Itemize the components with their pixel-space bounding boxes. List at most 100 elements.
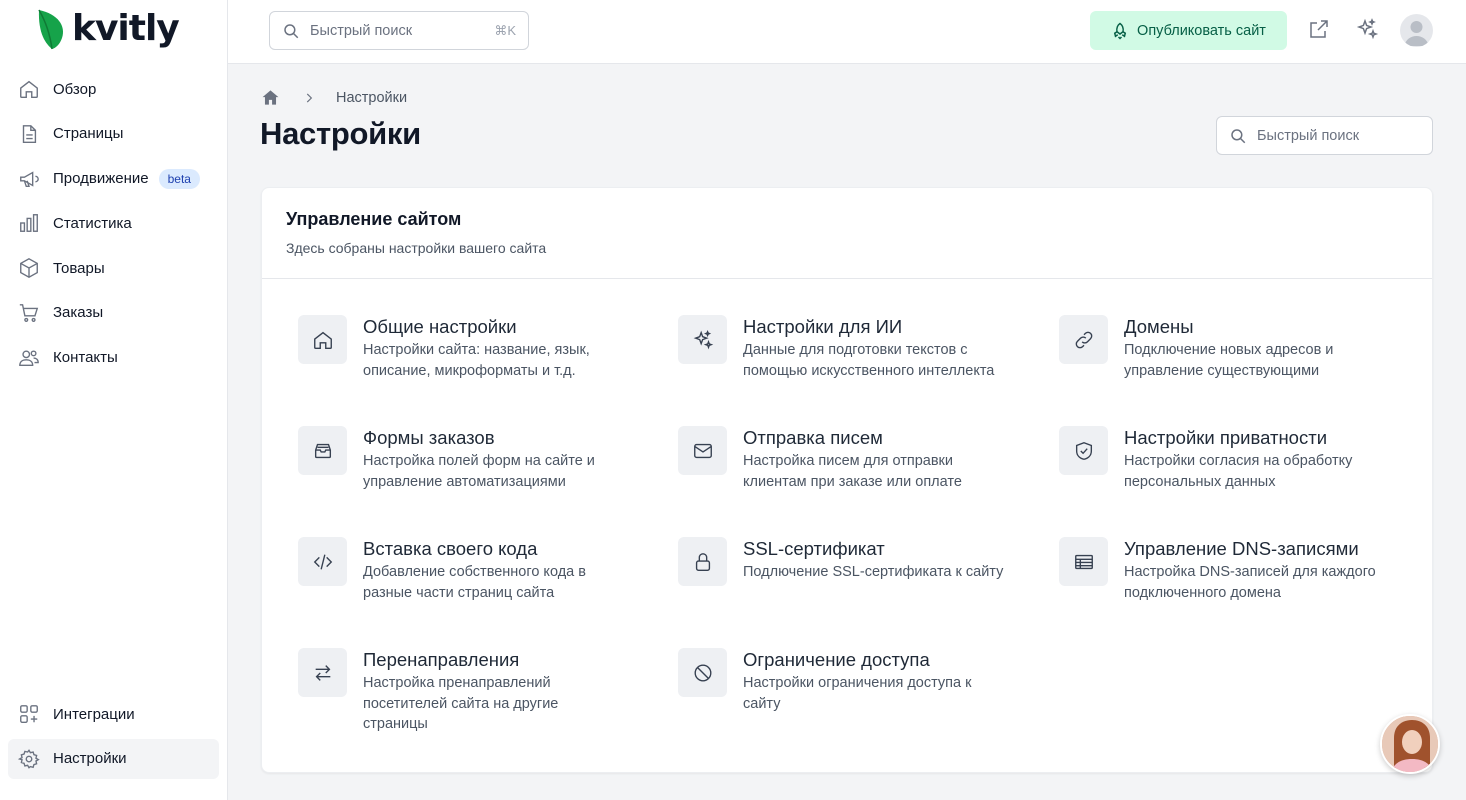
tile-email-sending[interactable]: Отправка писем Настройка писем для отпра…: [678, 426, 1038, 492]
tile-description: Настройки сайта: название, язык, описани…: [363, 342, 590, 379]
sidebar-item-statistics[interactable]: Статистика: [8, 203, 219, 243]
users-icon: [17, 346, 41, 370]
inbox-stack-icon: [298, 426, 347, 475]
tile-description: Настройка писем для отправки клиентам пр…: [743, 453, 962, 490]
rocket-icon: [1113, 22, 1127, 40]
settings-search-input[interactable]: Быстрый поиск: [1216, 116, 1433, 155]
tile-title: Настройки приватности: [1124, 427, 1328, 448]
sidebar-item-label: Интеграции: [53, 705, 135, 723]
tile-title: Домены: [1124, 316, 1194, 337]
tile-description: Настройка полей форм на сайте и управлен…: [363, 453, 595, 490]
tile-description: Настройки согласия на обработку персонал…: [1124, 453, 1353, 490]
tile-dns-records[interactable]: Управление DNS-записями Настройка DNS-за…: [1059, 537, 1419, 603]
sidebar-bottom-nav: Интеграции Настройки: [8, 694, 219, 784]
tile-title: Настройки для ИИ: [743, 316, 903, 337]
sidebar-item-label: Страницы: [53, 125, 124, 143]
link-icon: [1059, 315, 1108, 364]
tile-access-restriction[interactable]: Ограничение доступа Настройки ограничени…: [678, 648, 1038, 714]
open-external-button[interactable]: [1307, 17, 1333, 43]
tile-title: Ограничение доступа: [743, 649, 930, 670]
tile-privacy-settings[interactable]: Настройки приватности Настройки согласия…: [1059, 426, 1419, 492]
tile-description: Настройка DNS-записей для каждого подклю…: [1124, 564, 1376, 601]
sidebar-item-label: Настройки: [53, 750, 127, 768]
tile-description: Данные для подготовки текстов с помощью …: [743, 342, 995, 379]
home-icon[interactable]: [261, 88, 280, 107]
topbar: Быстрый поиск ⌘K Опубликовать сайт: [228, 0, 1466, 64]
publish-label: Опубликовать сайт: [1137, 22, 1266, 39]
envelope-icon: [678, 426, 727, 475]
user-avatar[interactable]: [1400, 14, 1433, 47]
tile-redirects[interactable]: Перенаправления Настройка пренаправлений…: [298, 648, 658, 735]
sidebar-item-promotion[interactable]: Продвижение beta: [8, 159, 219, 199]
chart-bars-icon: [17, 211, 41, 235]
sidebar: kvitly Обзор Страницы Продвижение beta С…: [0, 0, 228, 800]
search-icon: [1231, 128, 1246, 143]
user-icon: [1404, 21, 1429, 46]
lock-icon: [678, 537, 727, 586]
table-icon: [1059, 537, 1108, 586]
sidebar-item-label: Товары: [53, 259, 105, 277]
tile-order-forms[interactable]: Формы заказов Настройка полей форм на са…: [298, 426, 658, 492]
quick-search-input[interactable]: Быстрый поиск ⌘K: [269, 11, 529, 50]
tile-description: Настройки ограничения доступа к сайту: [743, 675, 972, 712]
breadcrumb-current: Настройки: [336, 89, 408, 106]
search-placeholder: Быстрый поиск: [310, 22, 413, 39]
card-header: Управление сайтом Здесь собраны настройк…: [262, 188, 1432, 279]
breadcrumb: Настройки: [261, 88, 407, 107]
search-icon: [284, 23, 299, 38]
external-link-icon: [1310, 20, 1328, 38]
tile-title: Управление DNS-записями: [1124, 538, 1359, 559]
tile-domains[interactable]: Домены Подключение новых адресов и управ…: [1059, 315, 1419, 381]
tile-description: Добавление собственного кода в разные ча…: [363, 564, 586, 601]
cart-icon: [17, 301, 41, 325]
tile-title: Перенаправления: [363, 649, 520, 670]
home-icon: [17, 77, 41, 101]
support-chat-avatar[interactable]: [1380, 714, 1440, 774]
tile-description: Подлючение SSL-сертификата к сайту: [743, 564, 1004, 580]
tile-title: Общие настройки: [363, 316, 517, 337]
card-subtitle: Здесь собраны настройки вашего сайта: [286, 240, 547, 256]
tile-title: SSL-сертификат: [743, 538, 885, 559]
cube-icon: [17, 256, 41, 280]
page-title: Настройки: [260, 116, 421, 151]
document-icon: [17, 122, 41, 146]
publish-site-button[interactable]: Опубликовать сайт: [1090, 11, 1287, 50]
brand-logo[interactable]: kvitly: [36, 8, 180, 50]
home-icon: [298, 315, 347, 364]
search-placeholder: Быстрый поиск: [1257, 127, 1360, 144]
tile-title: Вставка своего кода: [363, 538, 538, 559]
sparkles-icon: [678, 315, 727, 364]
sidebar-nav: Обзор Страницы Продвижение beta Статисти…: [8, 69, 219, 383]
tile-description: Подключение новых адресов и управление с…: [1124, 342, 1334, 379]
gear-icon: [17, 747, 41, 771]
sidebar-item-orders[interactable]: Заказы: [8, 293, 219, 333]
sidebar-item-settings[interactable]: Настройки: [8, 738, 219, 779]
sidebar-item-contacts[interactable]: Контакты: [8, 338, 219, 378]
squares-plus-icon: [17, 702, 41, 726]
sidebar-item-pages[interactable]: Страницы: [8, 114, 219, 154]
arrows-swap-icon: [298, 648, 347, 697]
no-symbol-icon: [678, 648, 727, 697]
brand-name: kvitly: [72, 8, 180, 49]
sidebar-item-label: Заказы: [53, 304, 104, 322]
megaphone-icon: [17, 167, 41, 191]
tile-description: Настройка пренаправлений посетителей сай…: [363, 675, 559, 732]
tile-custom-code[interactable]: Вставка своего кода Добавление собственн…: [298, 537, 658, 603]
sidebar-item-products[interactable]: Товары: [8, 248, 219, 288]
ai-assistant-button[interactable]: [1355, 17, 1381, 43]
tile-title: Отправка писем: [743, 427, 883, 448]
beta-badge: beta: [158, 168, 200, 189]
sidebar-item-label: Продвижение: [53, 170, 149, 188]
leaf-logo-icon: [38, 9, 64, 50]
tile-general-settings[interactable]: Общие настройки Настройки сайта: названи…: [298, 315, 658, 381]
sidebar-item-overview[interactable]: Обзор: [8, 69, 219, 109]
site-management-card: Управление сайтом Здесь собраны настройк…: [261, 187, 1433, 773]
tile-title: Формы заказов: [363, 427, 495, 448]
tile-ai-settings[interactable]: Настройки для ИИ Данные для подготовки т…: [678, 315, 1038, 381]
sidebar-item-label: Обзор: [53, 80, 97, 98]
tile-ssl-certificate[interactable]: SSL-сертификат Подлючение SSL-сертификат…: [678, 537, 1038, 586]
shield-check-icon: [1059, 426, 1108, 475]
sidebar-item-label: Статистика: [53, 214, 132, 232]
sidebar-item-integrations[interactable]: Интеграции: [8, 694, 219, 734]
sparkles-icon: [1356, 18, 1379, 40]
